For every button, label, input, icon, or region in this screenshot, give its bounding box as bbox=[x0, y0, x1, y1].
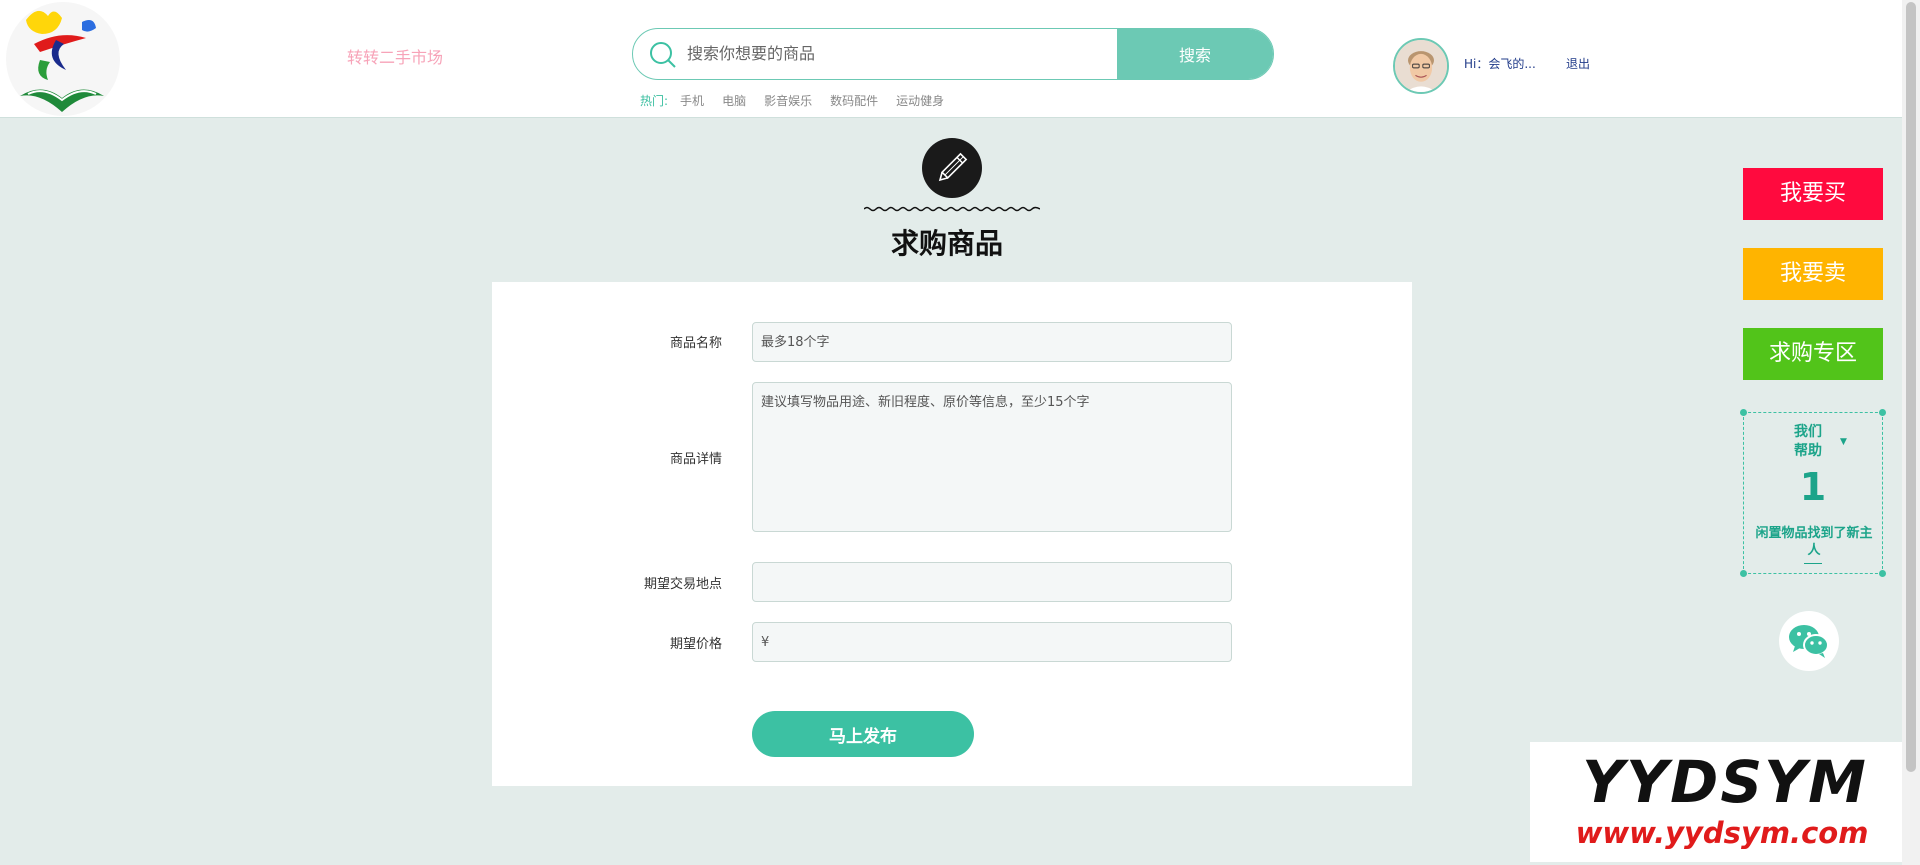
help-stats-box: 我们 帮助 ▼ 1 闲置物品找到了新主人 bbox=[1740, 409, 1886, 577]
search-icon bbox=[650, 42, 676, 68]
hot-link-entertainment[interactable]: 影音娱乐 bbox=[764, 92, 812, 109]
pencil-icon bbox=[922, 138, 982, 198]
help-title: 我们 帮助 bbox=[1794, 424, 1822, 459]
hot-link-phone[interactable]: 手机 bbox=[680, 92, 704, 109]
product-name-field[interactable] bbox=[752, 322, 1232, 362]
site-name[interactable]: 转转二手市场 bbox=[347, 44, 443, 68]
wanted-zone-button[interactable]: 求购专区 bbox=[1743, 328, 1883, 380]
hot-label: 热门: bbox=[640, 94, 669, 108]
sell-button[interactable]: 我要卖 bbox=[1743, 248, 1883, 300]
scrollbar-thumb[interactable] bbox=[1906, 2, 1916, 772]
avatar-face-icon bbox=[1395, 40, 1447, 92]
watermark: YYDSYM www.yydsym.com bbox=[1530, 742, 1914, 862]
search-box: 搜索 bbox=[632, 28, 1274, 80]
purchase-request-form: 商品名称 商品详情 期望交易地点 期望价格 马上发布 bbox=[492, 282, 1412, 786]
hot-link-sports[interactable]: 运动健身 bbox=[896, 92, 944, 109]
trade-location-field[interactable] bbox=[752, 562, 1232, 602]
header: 转转二手市场 搜索 热门: 手机 电脑 影音娱乐 数码配件 运动健身 Hi：会飞… bbox=[0, 0, 1902, 118]
scrollbar[interactable] bbox=[1902, 0, 1920, 865]
product-details-label: 商品详情 bbox=[669, 452, 722, 467]
product-details-field[interactable] bbox=[752, 382, 1232, 532]
publish-button[interactable]: 马上发布 bbox=[752, 711, 974, 757]
expected-price-field[interactable] bbox=[752, 622, 1232, 662]
user-greeting[interactable]: Hi：会飞的... bbox=[1464, 55, 1536, 72]
product-name-label: 商品名称 bbox=[669, 336, 722, 351]
watermark-brand: YYDSYM bbox=[1582, 748, 1868, 816]
avatar[interactable] bbox=[1393, 38, 1449, 94]
title-divider bbox=[864, 206, 1040, 212]
trade-location-label: 期望交易地点 bbox=[643, 577, 722, 592]
help-text: 闲置物品找到了新主人 bbox=[1755, 526, 1873, 558]
hot-links: 热门: 手机 电脑 影音娱乐 数码配件 运动健身 bbox=[640, 92, 944, 109]
search-input[interactable] bbox=[687, 29, 1087, 78]
help-underline bbox=[1804, 563, 1822, 564]
site-logo[interactable] bbox=[4, 0, 122, 118]
expected-price-label: 期望价格 bbox=[669, 637, 722, 652]
help-count: 1 bbox=[1799, 465, 1827, 509]
hot-link-computer[interactable]: 电脑 bbox=[722, 92, 746, 109]
caret-down-icon: ▼ bbox=[1840, 437, 1847, 447]
search-button[interactable]: 搜索 bbox=[1117, 29, 1273, 79]
wechat-icon[interactable] bbox=[1779, 611, 1839, 671]
buy-button[interactable]: 我要买 bbox=[1743, 168, 1883, 220]
logout-link[interactable]: 退出 bbox=[1566, 55, 1590, 72]
hot-link-accessories[interactable]: 数码配件 bbox=[830, 92, 878, 109]
page-title: 求购商品 bbox=[890, 227, 1003, 260]
watermark-url: www.yydsym.com bbox=[1575, 816, 1869, 850]
